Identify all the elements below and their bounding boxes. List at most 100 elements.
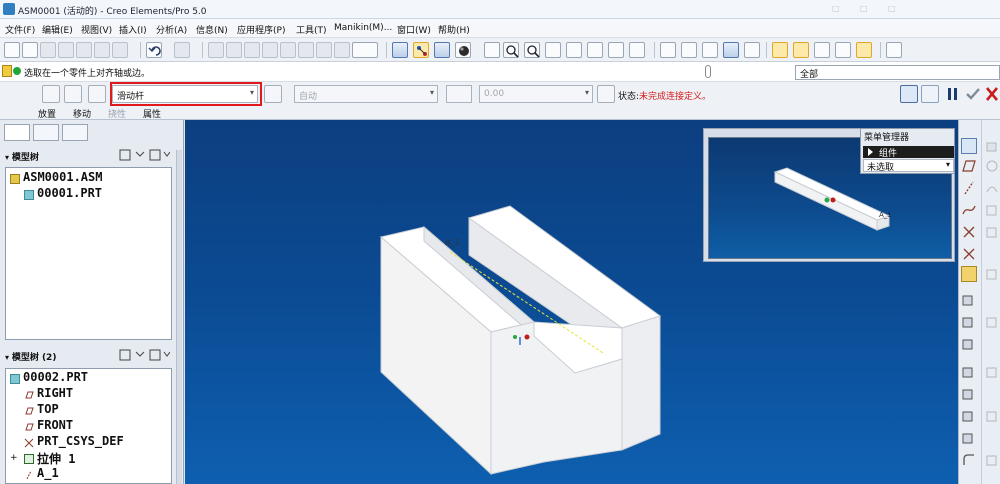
- help-icon[interactable]: [886, 42, 902, 58]
- csys-icon[interactable]: [835, 42, 851, 58]
- sketch-icon[interactable]: [961, 138, 977, 154]
- tree-item-part[interactable]: 00002.PRT: [23, 370, 88, 384]
- separate-window-icon[interactable]: [64, 85, 82, 103]
- menu-window[interactable]: 窗口(W): [397, 23, 431, 36]
- datum-plane-icon[interactable]: [961, 158, 977, 174]
- menu-insert[interactable]: 插入(I): [119, 23, 147, 36]
- cut-feature-icon[interactable]: [961, 430, 977, 446]
- spin-center-icon[interactable]: [484, 42, 500, 58]
- zoom-in-icon[interactable]: [503, 42, 519, 58]
- message-log-icon[interactable]: [2, 65, 12, 77]
- open-icon[interactable]: [22, 42, 38, 58]
- paste-special-icon[interactable]: [262, 42, 278, 58]
- print-icon[interactable]: [58, 42, 74, 58]
- pause-icon[interactable]: [900, 85, 918, 103]
- tree-settings-icon[interactable]: [118, 348, 171, 362]
- mirror-component-icon[interactable]: [961, 386, 977, 402]
- enhanced-realism-icon[interactable]: [744, 42, 760, 58]
- round-icon[interactable]: [961, 452, 977, 468]
- datum-point-icon[interactable]: [961, 224, 977, 240]
- datum-axis-icon[interactable]: [793, 42, 809, 58]
- redo-icon[interactable]: [174, 42, 190, 58]
- assemble-icon[interactable]: [961, 292, 977, 308]
- tree-settings-icon[interactable]: [118, 148, 171, 162]
- copy-icon[interactable]: [226, 42, 242, 58]
- no-hidden-icon[interactable]: [702, 42, 718, 58]
- tree-item-axis[interactable]: A_1: [37, 466, 59, 480]
- cancel-x-icon[interactable]: [984, 85, 1000, 103]
- expand-icon[interactable]: +: [10, 453, 18, 463]
- datum-display-icon[interactable]: [434, 42, 450, 58]
- tab-properties[interactable]: 属性: [143, 107, 161, 120]
- menu-tools[interactable]: 工具(T): [296, 23, 327, 36]
- saved-views-icon[interactable]: [587, 42, 603, 58]
- view-manager-icon[interactable]: [629, 42, 645, 58]
- preview-icon[interactable]: [921, 85, 939, 103]
- create-component-icon[interactable]: [961, 314, 977, 330]
- selection-filter[interactable]: 全部: [795, 65, 1000, 80]
- mirror-icon[interactable]: [316, 42, 332, 58]
- search-icon[interactable]: [334, 42, 350, 58]
- paste-icon[interactable]: [244, 42, 260, 58]
- hidden-line-icon[interactable]: [681, 42, 697, 58]
- constraint-type-select[interactable]: 自动 ▾: [294, 85, 438, 103]
- flip-icon[interactable]: [264, 85, 282, 103]
- menu-view[interactable]: 视图(V): [81, 23, 112, 36]
- datum-point-icon[interactable]: [814, 42, 830, 58]
- menu-item-component[interactable]: 组件: [863, 146, 954, 159]
- offset-type-select[interactable]: [446, 85, 472, 103]
- refit-icon[interactable]: [545, 42, 561, 58]
- tree-item-csys[interactable]: PRT_CSYS_DEF: [37, 434, 124, 448]
- email-icon[interactable]: [76, 42, 92, 58]
- shaded-icon[interactable]: [723, 42, 739, 58]
- tree-item-right[interactable]: RIGHT: [37, 386, 73, 400]
- tree-item-assembly[interactable]: ASM0001.ASM: [23, 170, 102, 184]
- flip-offset-icon[interactable]: [597, 85, 615, 103]
- user-defined-icon[interactable]: [88, 85, 106, 103]
- analysis-icon[interactable]: [961, 266, 977, 282]
- undo-icon[interactable]: [146, 42, 162, 58]
- menu-analysis[interactable]: 分析(A): [156, 23, 187, 36]
- select-box-icon[interactable]: [352, 42, 378, 58]
- menu-manikin[interactable]: Manikin(M)...: [334, 23, 392, 33]
- tree-item-front[interactable]: FRONT: [37, 418, 73, 432]
- tree-item-top[interactable]: TOP: [37, 402, 59, 416]
- pause-bars-icon[interactable]: [944, 85, 962, 103]
- tab-folder-browser-icon[interactable]: [33, 124, 59, 141]
- menu-edit[interactable]: 编辑(E): [42, 23, 73, 36]
- sketcher-display-icon[interactable]: [392, 42, 408, 58]
- repeat-icon[interactable]: [961, 336, 977, 352]
- save-icon[interactable]: [40, 42, 56, 58]
- shading-icon[interactable]: [455, 42, 471, 58]
- menu-file[interactable]: 文件(F): [5, 23, 35, 36]
- tab-model-tree-icon[interactable]: [4, 124, 30, 141]
- wireframe-icon[interactable]: [660, 42, 676, 58]
- menu-applications[interactable]: 应用程序(P): [237, 23, 285, 36]
- tree-item-extrude[interactable]: 拉伸 1: [37, 450, 75, 467]
- csys-icon[interactable]: [961, 246, 977, 262]
- zoom-out-icon[interactable]: [524, 42, 540, 58]
- panel-scrollbar[interactable]: [176, 150, 182, 484]
- hole-icon[interactable]: [961, 408, 977, 424]
- annotation-icon[interactable]: [856, 42, 872, 58]
- pattern-icon[interactable]: [961, 364, 977, 380]
- datum-plane-icon[interactable]: [772, 42, 788, 58]
- tree-item-part[interactable]: 00001.PRT: [37, 186, 102, 200]
- layers-icon[interactable]: [608, 42, 624, 58]
- placement-toggle-icon[interactable]: [42, 85, 60, 103]
- datum-axis-icon[interactable]: [961, 180, 977, 196]
- offset-value-input[interactable]: 0.00 ▾: [479, 85, 593, 103]
- menu-help[interactable]: 帮助(H): [438, 23, 470, 36]
- cut-icon[interactable]: [208, 42, 224, 58]
- tab-move[interactable]: 移动: [73, 107, 91, 120]
- connection-display-icon[interactable]: [413, 42, 429, 58]
- tab-favorites-icon[interactable]: [62, 124, 88, 141]
- menu-info[interactable]: 信息(N): [196, 23, 228, 36]
- reorient-icon[interactable]: [566, 42, 582, 58]
- regenerate-icon[interactable]: [280, 42, 296, 58]
- menu-manager-dropdown[interactable]: 未选取 ▾: [863, 159, 954, 173]
- model-player-icon[interactable]: [112, 42, 128, 58]
- new-icon[interactable]: [4, 42, 20, 58]
- ok-check-icon[interactable]: [964, 85, 982, 103]
- datum-curve-icon[interactable]: [961, 202, 977, 218]
